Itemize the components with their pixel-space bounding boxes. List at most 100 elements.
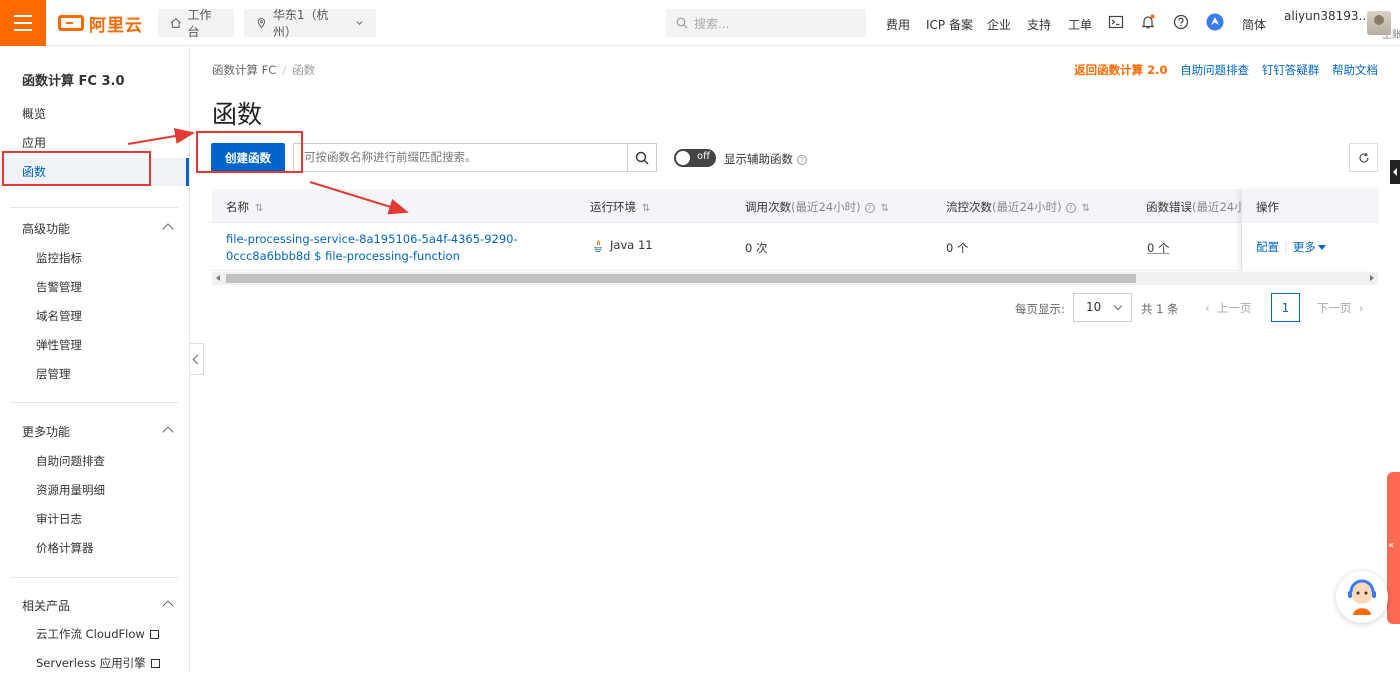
sidebar-item-domains[interactable]: 域名管理 <box>36 306 82 326</box>
location-icon <box>257 18 266 29</box>
sidebar-item-metrics[interactable]: 监控指标 <box>36 248 82 268</box>
self-check-link[interactable]: 自助问题排查 <box>1180 63 1249 77</box>
sort-icon[interactable]: ⇅ <box>255 203 263 214</box>
help-docs-link[interactable]: 帮助文档 <box>1332 63 1378 77</box>
column-subtitle: (最近24小时) <box>992 200 1062 214</box>
function-search-input[interactable] <box>293 143 628 172</box>
nav-link-enterprise[interactable]: 企业 <box>987 16 1011 33</box>
config-link[interactable]: 配置 <box>1256 240 1279 254</box>
sidebar-item-applications[interactable]: 应用 <box>0 129 189 157</box>
sidebar-group-more[interactable]: 更多功能 <box>22 422 174 442</box>
prev-page-button[interactable]: ‹ 上一页 <box>1205 300 1251 316</box>
nav-link-icp[interactable]: ICP 备案 <box>926 16 973 33</box>
chevron-right-icon: › <box>1358 301 1364 315</box>
create-function-button[interactable]: 创建函数 <box>211 143 285 172</box>
language-switch[interactable]: 简体 <box>1242 16 1266 33</box>
right-drawer-tab[interactable] <box>1390 160 1400 184</box>
sidebar-item-alerts[interactable]: 告警管理 <box>36 277 82 297</box>
workbench-label: 工作台 <box>187 8 212 39</box>
breadcrumb-item-fc[interactable]: 函数计算 FC <box>212 63 276 77</box>
ai-assistant-button[interactable] <box>1336 571 1388 623</box>
scroll-right-arrow-icon[interactable] <box>1370 275 1374 281</box>
horizontal-scrollbar[interactable] <box>212 272 1378 285</box>
sidebar-item-functions[interactable]: 函数 <box>0 158 189 186</box>
sort-icon[interactable]: ⇅ <box>1082 203 1090 214</box>
feedback-side-tab[interactable]: « <box>1387 472 1400 624</box>
column-header-throttles[interactable]: 流控次数(最近24小时)? ⇅ <box>946 199 1090 215</box>
sidebar-item-sae[interactable]: Serverless 应用引擎 <box>36 653 160 673</box>
function-name-link[interactable]: file-processing-service-8a195106-5a4f-43… <box>226 231 518 265</box>
sort-icon[interactable]: ⇅ <box>642 203 650 214</box>
double-chevron-left-icon: « <box>1388 540 1395 551</box>
sidebar: 函数计算 FC 3.0 概览 应用 函数 高级功能 监控指标 告警管理 域名管理… <box>0 47 190 672</box>
more-actions-label: 更多 <box>1292 240 1316 254</box>
function-search-button[interactable] <box>627 143 657 172</box>
help-icon[interactable]: ? <box>797 154 807 165</box>
aux-label-text: 显示辅助函数 <box>724 152 793 166</box>
column-header-name[interactable]: 名称 ⇅ <box>226 199 263 215</box>
bell-icon[interactable] <box>1140 14 1156 30</box>
page-number-button[interactable]: 1 <box>1271 293 1300 322</box>
user-account-menu[interactable]: aliyun38193... 主账号 <box>1284 9 1400 41</box>
sidebar-group-advanced[interactable]: 高级功能 <box>22 219 174 239</box>
show-aux-functions-toggle[interactable]: off <box>674 149 716 167</box>
column-title: 流控次数 <box>946 200 992 214</box>
sidebar-item-overview[interactable]: 概览 <box>0 100 189 128</box>
external-link-icon <box>150 659 160 668</box>
sidebar-item-audit-log[interactable]: 审计日志 <box>36 509 82 529</box>
workbench-button[interactable]: 工作台 <box>158 8 234 39</box>
column-header-errors[interactable]: 函数错误(最近24小 <box>1146 199 1246 215</box>
page-title: 函数 <box>212 100 263 129</box>
help-icon[interactable]: ? <box>864 202 875 213</box>
sidebar-item-scaling[interactable]: 弹性管理 <box>36 335 82 355</box>
breadcrumb: 函数计算 FC / 函数 <box>212 62 315 78</box>
sidebar-item-self-diagnosis[interactable]: 自助问题排查 <box>36 451 105 471</box>
nav-link-ticket[interactable]: 工单 <box>1068 16 1092 33</box>
show-aux-functions-label: 显示辅助函数? <box>724 151 807 167</box>
errors-cell[interactable]: 0 个 <box>1147 240 1169 256</box>
menu-icon[interactable] <box>0 0 46 46</box>
column-header-runtime[interactable]: 运行环境 ⇅ <box>590 199 650 215</box>
per-page-value: 10 <box>1086 300 1102 314</box>
help-circle-icon[interactable] <box>1173 14 1189 30</box>
function-name-line: file-processing-service-8a195106-5a4f-43… <box>226 232 518 246</box>
table-header: 名称 ⇅ 运行环境 ⇅ 调用次数(最近24小时)? ⇅ 流控次数(最近24小时)? ⇅ … <box>212 189 1378 223</box>
sidebar-group-related[interactable]: 相关产品 <box>22 596 174 616</box>
refresh-button[interactable] <box>1349 143 1378 172</box>
column-header-operations: 操作 <box>1242 189 1379 223</box>
sort-icon[interactable]: ⇅ <box>881 203 889 214</box>
column-title: 运行环境 <box>590 200 636 214</box>
column-header-invocations[interactable]: 调用次数(最近24小时)? ⇅ <box>745 199 889 215</box>
operations-cell: 配置 | 更多 <box>1242 223 1379 271</box>
operations-separator: | <box>1284 240 1288 254</box>
terminal-icon[interactable] <box>1108 14 1124 30</box>
sidebar-item-layers[interactable]: 层管理 <box>36 364 71 384</box>
sidebar-item-usage-details[interactable]: 资源用量明细 <box>36 480 105 500</box>
dingtalk-group-link[interactable]: 钉钉答疑群 <box>1262 63 1320 77</box>
sidebar-group-label: 更多功能 <box>22 425 71 439</box>
sidebar-collapse-handle[interactable] <box>190 343 204 375</box>
global-search-input[interactable]: 搜索... <box>666 9 866 37</box>
throttles-cell: 0 个 <box>946 241 969 255</box>
sidebar-item-price-calculator[interactable]: 价格计算器 <box>36 538 94 558</box>
sidebar-group-label: 相关产品 <box>22 599 71 613</box>
nav-link-support[interactable]: 支持 <box>1027 16 1051 33</box>
assistant-logo-icon[interactable] <box>1206 13 1224 31</box>
home-icon <box>170 17 181 28</box>
more-actions-dropdown[interactable]: 更多 <box>1293 240 1326 254</box>
sidebar-item-cloudflow[interactable]: 云工作流 CloudFlow <box>36 624 159 644</box>
region-selector[interactable]: 华东1（杭州） <box>244 8 376 39</box>
total-count: 共 1 条 <box>1141 302 1179 316</box>
nav-link-billing[interactable]: 费用 <box>886 16 910 33</box>
back-to-fc2-link[interactable]: 返回函数计算 2.0 <box>1074 63 1167 77</box>
per-page-select[interactable]: 10 <box>1073 293 1132 322</box>
user-name: aliyun38193... <box>1284 9 1370 23</box>
next-page-button[interactable]: 下一页 › <box>1317 300 1363 316</box>
aliyun-logo[interactable]: 阿里云 <box>58 12 143 36</box>
scroll-left-arrow-icon[interactable] <box>216 275 220 281</box>
column-title: 名称 <box>226 200 249 214</box>
help-icon[interactable]: ? <box>1065 202 1076 213</box>
scrollbar-thumb[interactable] <box>226 274 1136 283</box>
avatar[interactable] <box>1367 11 1391 35</box>
aliyun-logo-mark <box>58 15 84 31</box>
